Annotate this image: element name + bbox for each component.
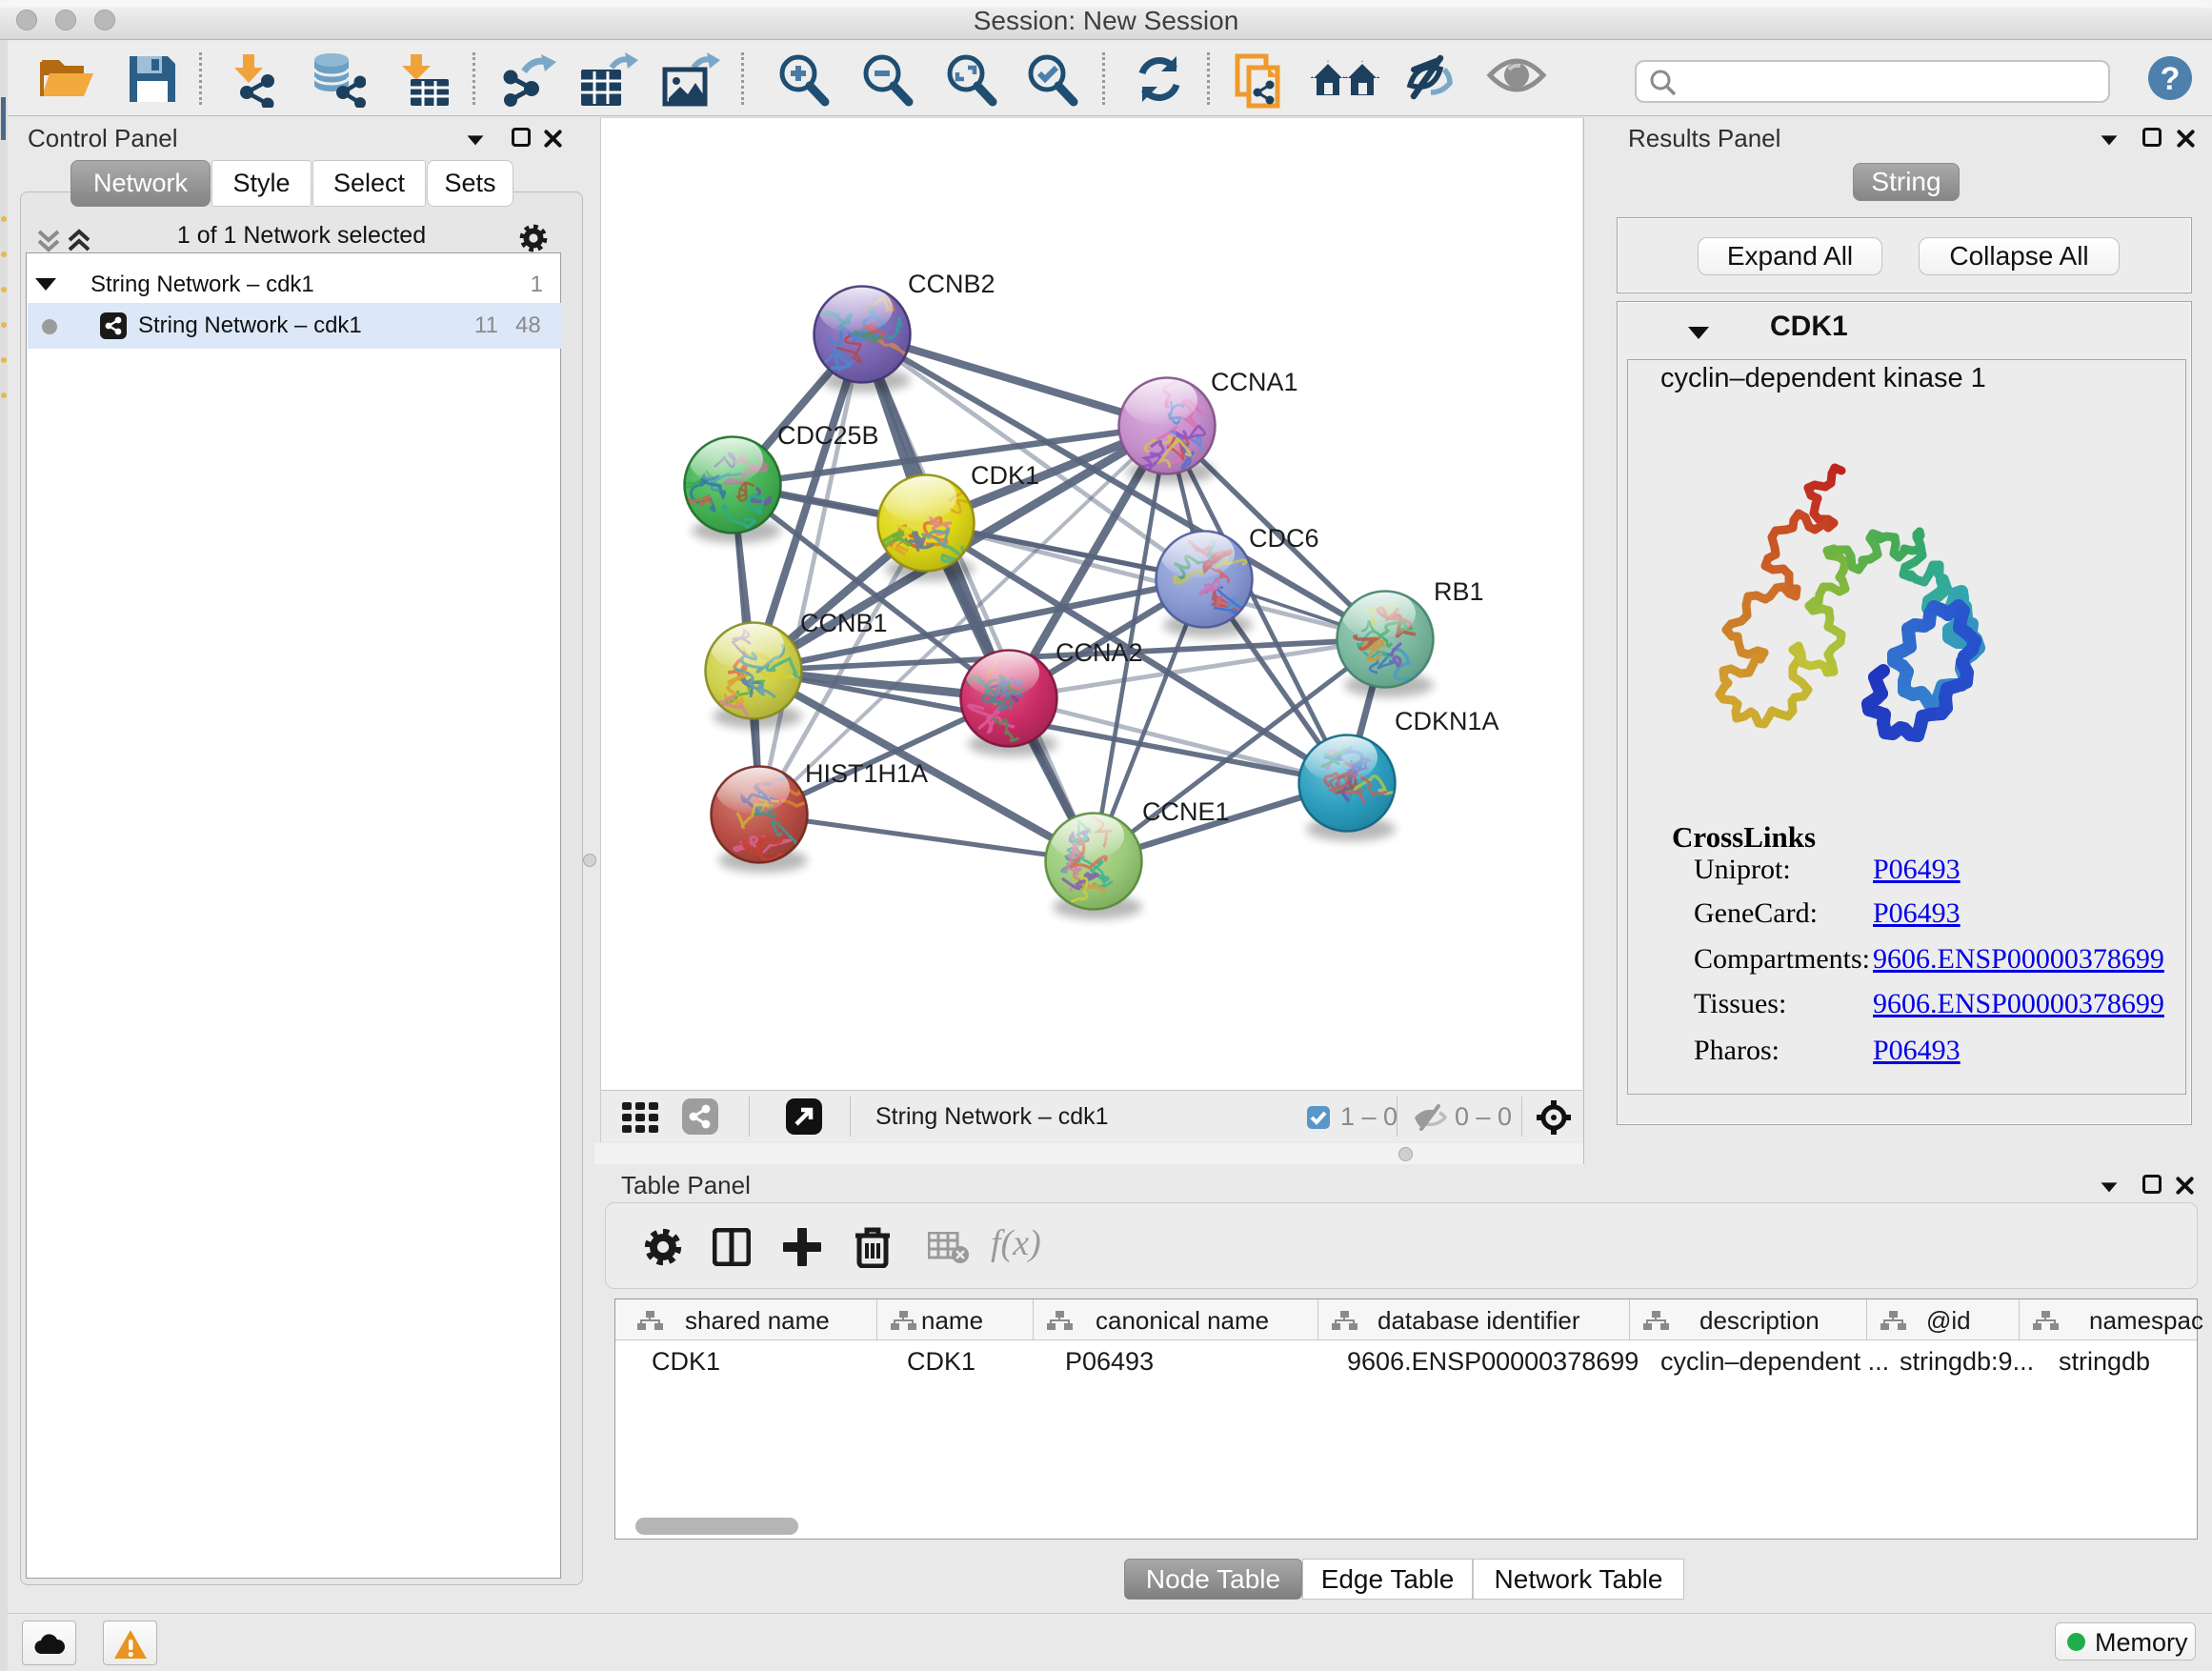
svg-text:CCNA1: CCNA1 — [1211, 368, 1298, 396]
svg-text:CDK1: CDK1 — [971, 461, 1039, 490]
svg-text:CDC6: CDC6 — [1249, 524, 1319, 553]
svg-text:CDC25B: CDC25B — [777, 421, 879, 450]
svg-text:CCNE1: CCNE1 — [1142, 797, 1230, 826]
svg-text:CCNB2: CCNB2 — [908, 270, 995, 298]
svg-text:CCNB1: CCNB1 — [800, 609, 888, 637]
svg-text:CCNA2: CCNA2 — [1056, 638, 1143, 667]
svg-text:?: ? — [2161, 61, 2181, 97]
svg-text:HIST1H1A: HIST1H1A — [805, 759, 928, 788]
svg-text:CDKN1A: CDKN1A — [1395, 707, 1499, 735]
svg-text:RB1: RB1 — [1434, 577, 1484, 606]
